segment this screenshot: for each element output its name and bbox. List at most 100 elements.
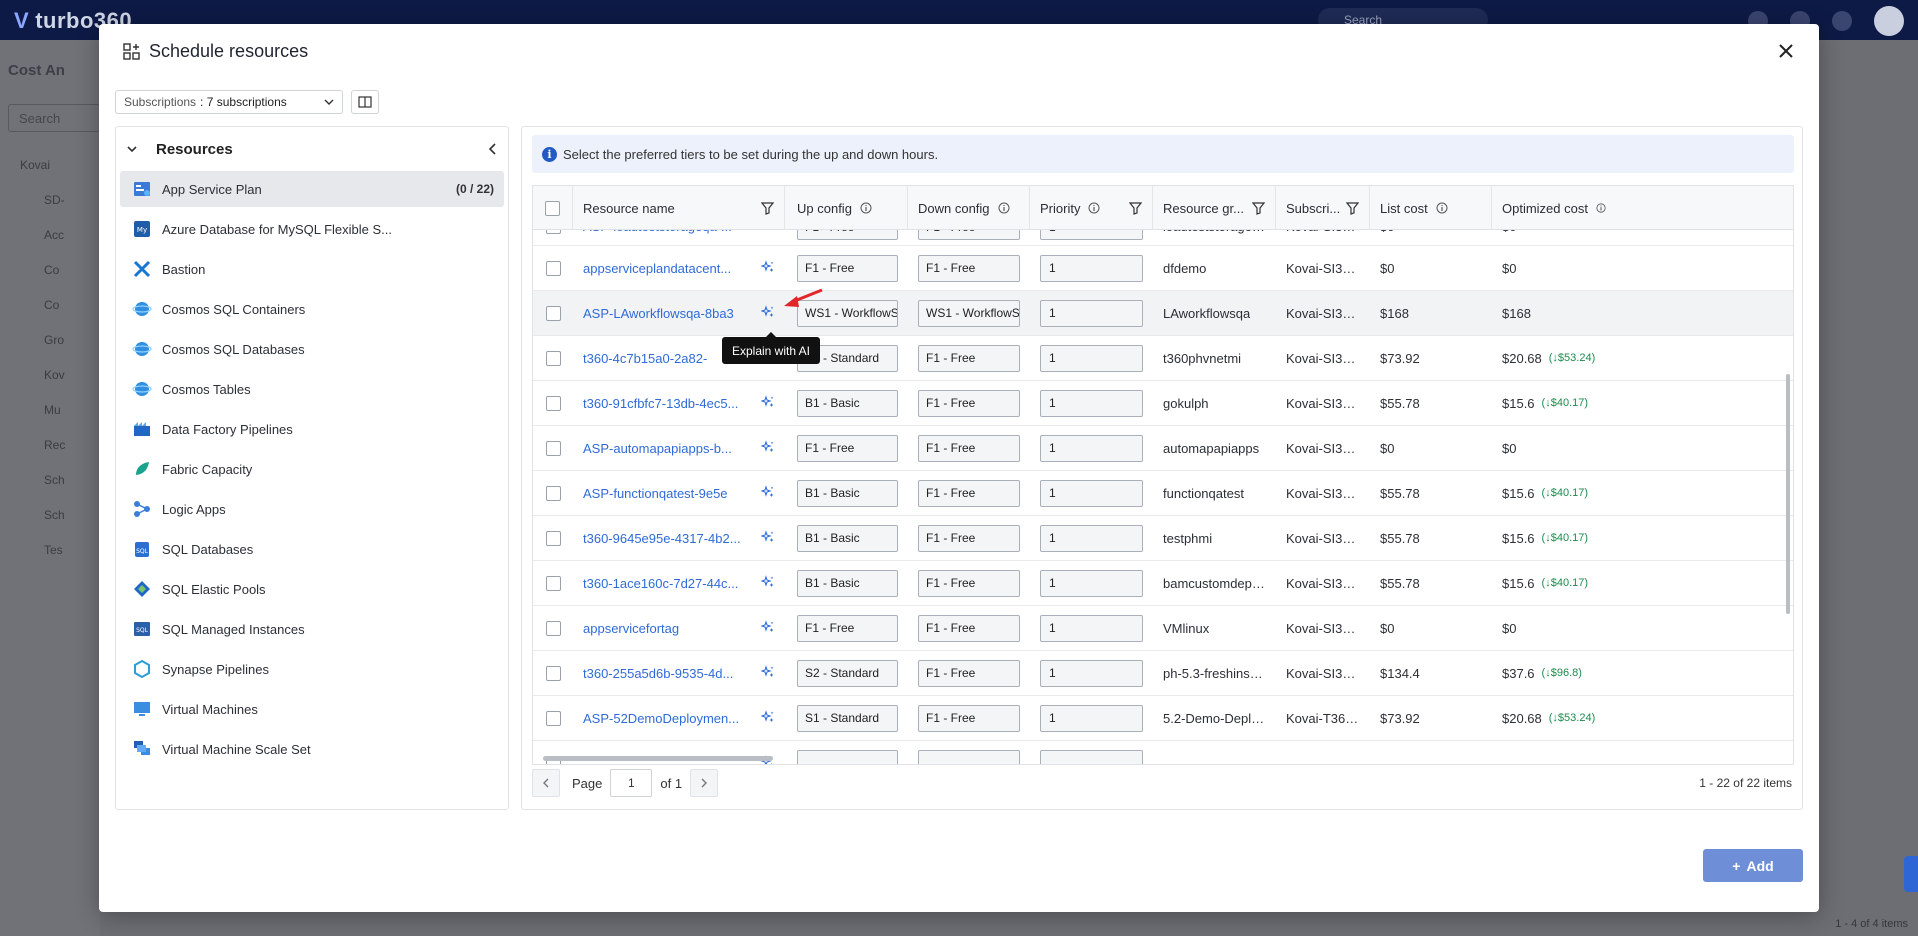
row-checkbox-cell[interactable] bbox=[533, 471, 573, 516]
priority-input[interactable]: 1 bbox=[1040, 434, 1143, 462]
horizontal-scrollbar[interactable] bbox=[543, 756, 1783, 762]
resource-type-item[interactable]: Bastion bbox=[120, 249, 504, 289]
row-checkbox[interactable] bbox=[545, 665, 561, 681]
table-row[interactable]: t360-9645e95e-4317-4b2... B1 - Basic F1 - … bbox=[533, 516, 1793, 561]
priority-input[interactable]: 1 bbox=[1040, 704, 1143, 732]
row-checkbox[interactable] bbox=[545, 530, 561, 546]
filter-icon[interactable] bbox=[1346, 201, 1359, 215]
column-header-down-config[interactable]: Down config bbox=[908, 186, 1030, 230]
table-row[interactable]: appservicefortag F1 - Free F1 - Free 1 VMlin… bbox=[533, 606, 1793, 651]
subscriptions-dropdown[interactable]: Subscriptions : 7 subscriptions bbox=[115, 90, 343, 114]
resource-name-link[interactable]: t360-1ace160c-7d27-44c... bbox=[583, 576, 738, 591]
down-config-dropdown[interactable]: F1 - Free bbox=[918, 704, 1020, 732]
row-checkbox[interactable] bbox=[545, 710, 561, 726]
priority-input[interactable]: 1 bbox=[1040, 344, 1143, 372]
row-checkbox-cell[interactable] bbox=[533, 426, 573, 471]
scrollbar-thumb[interactable] bbox=[1786, 374, 1790, 614]
down-config-dropdown[interactable]: F1 - Free bbox=[918, 344, 1020, 372]
row-checkbox-cell[interactable] bbox=[533, 246, 573, 291]
resource-name-link[interactable]: ASP-automapapiapps-b... bbox=[583, 441, 732, 456]
resource-name-link[interactable]: t360-91cfbfc7-13db-4ec5... bbox=[583, 396, 738, 411]
resource-type-item[interactable]: App Service Plan (0 / 22) bbox=[120, 171, 504, 207]
prev-page-button[interactable] bbox=[532, 769, 560, 797]
explain-with-ai-icon[interactable] bbox=[760, 259, 775, 277]
row-checkbox-cell[interactable] bbox=[533, 336, 573, 381]
priority-input[interactable]: 1 bbox=[1040, 254, 1143, 282]
up-config-dropdown[interactable]: F1 - Free bbox=[797, 254, 898, 282]
table-row[interactable]: t360-91cfbfc7-13db-4ec5... B1 - Basic F1 -… bbox=[533, 381, 1793, 426]
down-config-dropdown[interactable]: F1 - Free bbox=[918, 524, 1020, 552]
priority-input[interactable]: 1 bbox=[1040, 299, 1143, 327]
up-config-dropdown[interactable]: F1 - Free bbox=[797, 434, 898, 462]
table-row[interactable]: t360-255a5d6b-9535-4d... S2 - Standard F1 … bbox=[533, 651, 1793, 696]
resource-name-link[interactable]: t360-9645e95e-4317-4b2... bbox=[583, 531, 741, 546]
row-checkbox[interactable] bbox=[545, 575, 561, 591]
priority-input[interactable]: 1 bbox=[1040, 614, 1143, 642]
row-checkbox[interactable] bbox=[545, 305, 561, 321]
select-all-checkbox[interactable] bbox=[545, 200, 560, 216]
scrollbar-thumb[interactable] bbox=[543, 756, 773, 761]
row-checkbox[interactable] bbox=[545, 395, 561, 411]
column-view-button[interactable] bbox=[351, 90, 379, 114]
priority-input[interactable]: 1 bbox=[1040, 659, 1143, 687]
up-config-dropdown[interactable]: S1 - Standard bbox=[797, 704, 898, 732]
row-checkbox-cell[interactable] bbox=[533, 561, 573, 606]
row-checkbox-cell[interactable] bbox=[533, 696, 573, 741]
row-checkbox-cell[interactable] bbox=[533, 606, 573, 651]
resource-type-item[interactable]: SQL Elastic Pools bbox=[120, 569, 504, 609]
column-header-subscription[interactable]: Subscri... bbox=[1276, 186, 1370, 230]
resource-type-item[interactable]: Data Factory Pipelines bbox=[120, 409, 504, 449]
row-checkbox-cell[interactable] bbox=[533, 516, 573, 561]
up-config-dropdown[interactable]: B1 - Basic bbox=[797, 479, 898, 507]
resource-type-item[interactable]: Cosmos Tables bbox=[120, 369, 504, 409]
priority-input[interactable]: 1 bbox=[1040, 524, 1143, 552]
row-checkbox-cell[interactable] bbox=[533, 291, 573, 336]
collapse-panel-icon[interactable] bbox=[488, 143, 498, 155]
resource-type-item[interactable]: My Azure Database for MySQL Flexible S... bbox=[120, 209, 504, 249]
table-row[interactable]: appserviceplandatacent... F1 - Free F1 - F… bbox=[533, 246, 1793, 291]
filter-icon[interactable] bbox=[761, 201, 774, 215]
filter-icon[interactable] bbox=[1252, 201, 1265, 215]
table-row[interactable]: ASP-automapapiapps-b... F1 - Free F1 - Fre… bbox=[533, 426, 1793, 471]
down-config-dropdown[interactable]: F1 - Free bbox=[918, 659, 1020, 687]
explain-with-ai-icon[interactable] bbox=[760, 529, 775, 547]
up-config-dropdown[interactable]: B1 - Basic bbox=[797, 569, 898, 597]
resource-type-item[interactable]: Synapse Pipelines bbox=[120, 649, 504, 689]
select-all-checkbox-cell[interactable] bbox=[533, 186, 573, 230]
vertical-scrollbar[interactable] bbox=[1786, 274, 1791, 674]
page-number-input[interactable]: 1 bbox=[610, 769, 653, 797]
table-row[interactable]: ASP-52DemoDeploymen... S1 - Standard F1 - … bbox=[533, 696, 1793, 741]
explain-with-ai-icon[interactable] bbox=[760, 709, 775, 727]
table-row[interactable]: t360-1ace160c-7d27-44c... B1 - Basic F1 - … bbox=[533, 561, 1793, 606]
add-button[interactable]: + Add bbox=[1703, 849, 1803, 882]
resource-type-item[interactable]: Cosmos SQL Containers bbox=[120, 289, 504, 329]
resource-type-item[interactable]: Virtual Machines bbox=[120, 689, 504, 729]
explain-with-ai-icon[interactable] bbox=[760, 574, 775, 592]
down-config-dropdown[interactable]: F1 - Free bbox=[918, 569, 1020, 597]
row-checkbox[interactable] bbox=[545, 620, 561, 636]
row-checkbox-cell[interactable] bbox=[533, 381, 573, 426]
resource-type-item[interactable]: SQL SQL Managed Instances bbox=[120, 609, 504, 649]
resource-name-link[interactable]: ASP-functionqatest-9e5e bbox=[583, 486, 728, 501]
column-header-list-cost[interactable]: List cost bbox=[1370, 186, 1492, 230]
up-config-dropdown[interactable]: F1 - Free bbox=[797, 614, 898, 642]
resource-type-item[interactable]: SQL SQL Databases bbox=[120, 529, 504, 569]
resource-name-link[interactable]: ASP-52DemoDeploymen... bbox=[583, 711, 739, 726]
resource-type-item[interactable]: Virtual Machine Scale Set bbox=[120, 729, 504, 769]
row-checkbox[interactable] bbox=[545, 485, 561, 501]
table-row[interactable]: ASP-LAworkflowsqa-8ba3 WS1 - WorkflowS WS1… bbox=[533, 291, 1793, 336]
column-header-resource-group[interactable]: Resource gr... bbox=[1153, 186, 1276, 230]
column-header-name[interactable]: Resource name bbox=[573, 186, 785, 230]
resource-name-link[interactable]: ASP-LAworkflowsqa-8ba3 bbox=[583, 306, 734, 321]
close-button[interactable] bbox=[1773, 38, 1799, 64]
explain-with-ai-icon[interactable] bbox=[760, 664, 775, 682]
row-checkbox[interactable] bbox=[545, 440, 561, 456]
resource-name-link[interactable]: appservicefortag bbox=[583, 621, 679, 636]
explain-with-ai-icon[interactable] bbox=[760, 304, 775, 322]
explain-with-ai-icon[interactable] bbox=[760, 394, 775, 412]
side-tab[interactable] bbox=[1904, 856, 1918, 892]
column-header-optimized-cost[interactable]: Optimized cost bbox=[1492, 186, 1616, 230]
resource-type-item[interactable]: Cosmos SQL Databases bbox=[120, 329, 504, 369]
filter-icon[interactable] bbox=[1129, 201, 1142, 215]
row-checkbox[interactable] bbox=[545, 260, 561, 276]
